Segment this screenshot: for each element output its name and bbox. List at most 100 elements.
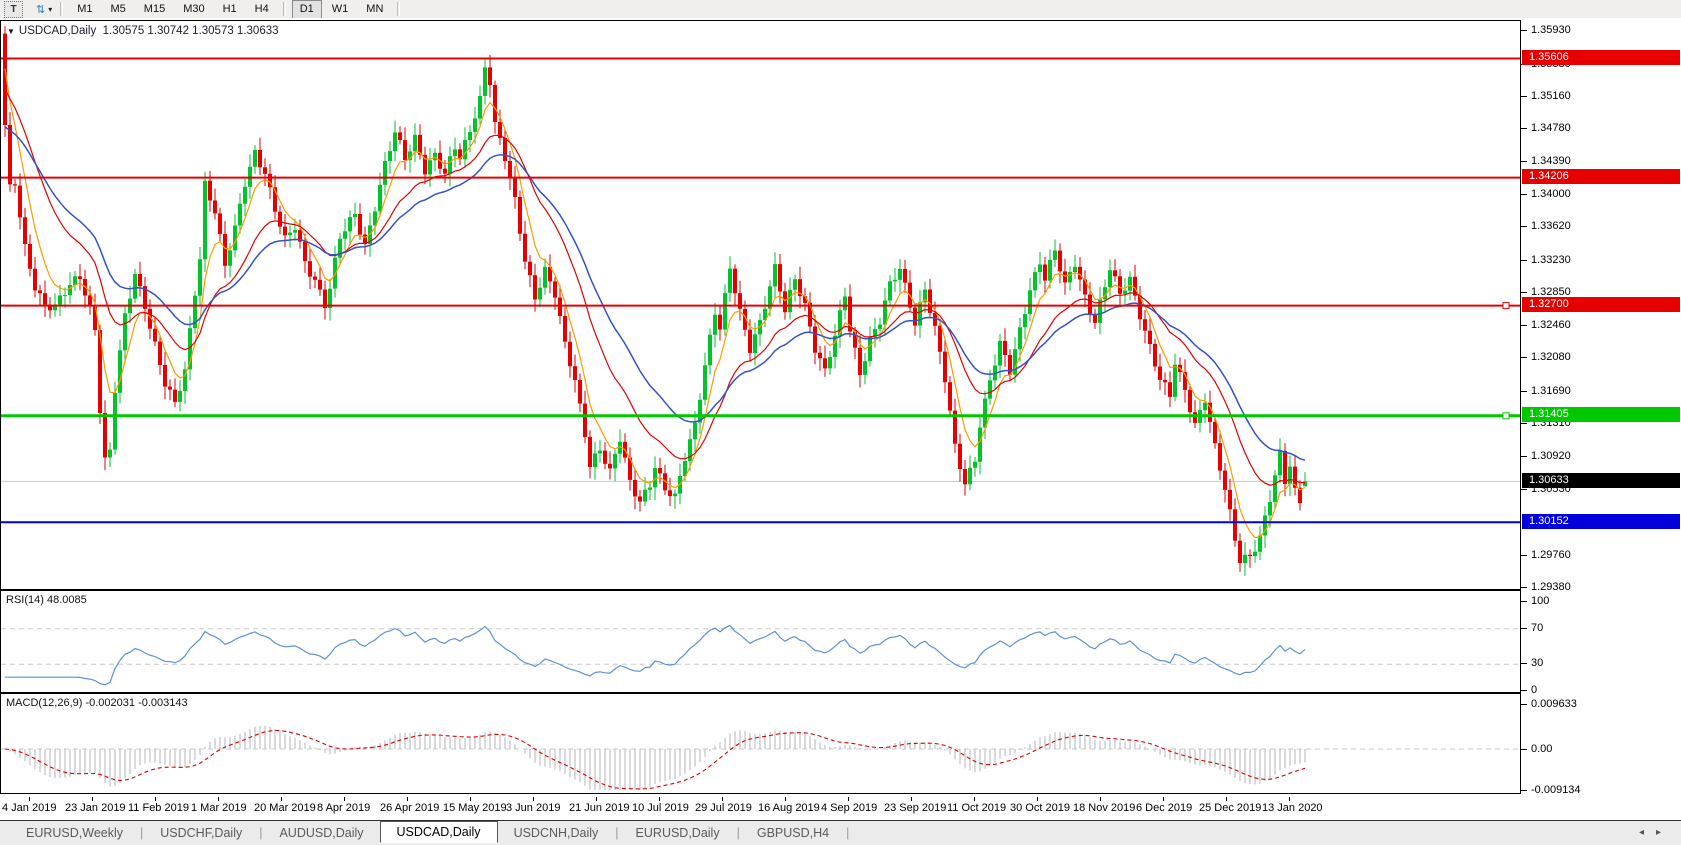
tab-scroll-arrows: ◂▸: [1639, 827, 1673, 838]
price-axis-tick: [1521, 194, 1527, 195]
price-axis-tick: [1521, 226, 1527, 227]
macd-axis-tick: [1521, 749, 1527, 750]
date-axis-tick: [155, 797, 156, 801]
price-line-label: 1.35606: [1522, 50, 1680, 65]
rsi-indicator-label: RSI(14) 48.0085: [6, 594, 87, 606]
date-axis-tick: [1226, 797, 1227, 801]
date-axis-tick: [1289, 797, 1290, 801]
date-tick-label: 3 Jun 2019: [506, 802, 560, 814]
tab-scroll-right-icon[interactable]: ▸: [1656, 827, 1673, 838]
toolbar: T ⇅ ▾ M1 M5 M15 M30 H1 H4 D1 W1 MN: [0, 0, 1681, 19]
price-tick-label: 1.31690: [1531, 384, 1571, 398]
timeframe-button-h1[interactable]: H1: [215, 0, 245, 19]
date-axis-tick: [533, 797, 534, 801]
price-line-label: 1.30633: [1522, 473, 1680, 488]
date-axis: 4 Jan 2019 23 Jan 201911 Feb 20191 Mar 20…: [0, 797, 1521, 820]
tab-usdchf-daily[interactable]: USDCHF,Daily: [144, 823, 258, 843]
tab-eurusd-daily[interactable]: EURUSD,Daily: [620, 823, 736, 843]
tab-usdcad-daily[interactable]: USDCAD,Daily: [380, 821, 498, 843]
price-line-label: 1.30152: [1522, 514, 1680, 529]
price-axis-tick: [1521, 555, 1527, 556]
date-axis-tick: [659, 797, 660, 801]
macd-tick-label: 0.00: [1531, 742, 1552, 756]
date-tick-label: 15 May 2019: [443, 802, 507, 814]
rsi-tick-label: 70: [1531, 621, 1543, 635]
text-tool-icon: T: [10, 4, 16, 15]
price-tick-label: 1.33620: [1531, 219, 1571, 233]
timeframe-button-m30[interactable]: M30: [175, 0, 212, 19]
date-axis-tick: [722, 797, 723, 801]
price-axis-tick: [1521, 325, 1527, 326]
price-chart-canvas[interactable]: ▼ USDCAD,Daily 1.30575 1.30742 1.30573 1.…: [0, 20, 1521, 590]
rsi-tick-label: 0: [1531, 683, 1537, 697]
date-axis-tick: [1163, 797, 1164, 801]
date-axis-tick: [92, 797, 93, 801]
date-tick-label: 10 Jul 2019: [632, 802, 689, 814]
chart-tab-bar: EURUSD,Weekly| USDCHF,Daily| AUDUSD,Dail…: [0, 820, 1681, 845]
date-axis-tick: [344, 797, 345, 801]
mt4-window: T ⇅ ▾ M1 M5 M15 M30 H1 H4 D1 W1 MN ▼ USDC…: [0, 0, 1681, 845]
toolbar-separator: [60, 2, 63, 16]
date-axis-tick: [596, 797, 597, 801]
price-axis-tick: [1521, 587, 1527, 588]
timeframe-button-m15[interactable]: M15: [136, 0, 173, 19]
price-axis-tick: [1521, 30, 1527, 31]
timeframe-button-w1[interactable]: W1: [324, 0, 357, 19]
price-tick-label: 1.35160: [1531, 89, 1571, 103]
price-line-label: 1.31405: [1522, 407, 1680, 422]
arrows-tool-button[interactable]: ⇅ ▾: [33, 2, 55, 17]
text-tool-button[interactable]: T: [4, 1, 23, 18]
chart-area: ▼ USDCAD,Daily 1.30575 1.30742 1.30573 1.…: [0, 18, 1681, 820]
tab-usdcnh-daily[interactable]: USDCNH,Daily: [498, 823, 615, 843]
macd-tick-label: 0.009633: [1531, 697, 1577, 711]
toolbar-separator: [283, 2, 286, 16]
date-tick-label: 25 Dec 2019: [1199, 802, 1261, 814]
date-axis-tick: [785, 797, 786, 801]
date-axis-tick: [470, 797, 471, 801]
date-axis-tick: [1037, 797, 1038, 801]
macd-indicator-label: MACD(12,26,9) -0.002031 -0.003143: [6, 697, 188, 709]
date-tick-label: 29 Jul 2019: [695, 802, 752, 814]
date-tick-label: 20 Mar 2019: [254, 802, 316, 814]
timeframe-button-d1[interactable]: D1: [292, 0, 322, 19]
date-tick-label: 4 Sep 2019: [821, 802, 877, 814]
price-axis-tick: [1521, 260, 1527, 261]
macd-panel-canvas[interactable]: MACD(12,26,9) -0.002031 -0.003143: [0, 693, 1521, 794]
price-tick-label: 1.32080: [1531, 350, 1571, 364]
price-tick-label: 1.34780: [1531, 121, 1571, 135]
date-tick-label: 23 Jan 2019: [65, 802, 126, 814]
tab-separator: |: [737, 826, 740, 840]
date-tick-label: 1 Mar 2019: [191, 802, 247, 814]
timeframe-button-h4[interactable]: H4: [247, 0, 277, 19]
arrows-tool-icon: ⇅: [36, 3, 45, 16]
price-axis-tick: [1521, 357, 1527, 358]
chart-symbol-label: USDCAD,Daily: [19, 25, 96, 37]
collapse-triangle-icon[interactable]: ▼: [7, 27, 15, 36]
date-axis-tick: [407, 797, 408, 801]
rsi-panel-canvas[interactable]: RSI(14) 48.0085: [0, 590, 1521, 693]
chart-ohlc-values: 1.30575 1.30742 1.30573 1.30633: [103, 25, 279, 37]
date-tick-label: 11 Feb 2019: [128, 802, 189, 814]
timeframe-button-mn[interactable]: MN: [358, 0, 391, 19]
price-axis-tick: [1521, 423, 1527, 424]
date-tick-label: 26 Apr 2019: [380, 802, 439, 814]
tab-scroll-left-icon[interactable]: ◂: [1639, 827, 1656, 838]
tab-audusd-daily[interactable]: AUDUSD,Daily: [263, 823, 379, 843]
date-axis-tick: [29, 797, 30, 801]
date-tick-label: 13 Jan 2020: [1262, 802, 1323, 814]
tab-gbpusd-h4[interactable]: GBPUSD,H4: [741, 823, 845, 843]
date-tick-label: 8 Apr 2019: [317, 802, 370, 814]
price-tick-label: 1.35930: [1531, 23, 1571, 37]
macd-tick-label: -0.009134: [1531, 783, 1581, 797]
date-tick-label: 4 Jan 2019: [2, 802, 56, 814]
price-axis-tick: [1521, 292, 1527, 293]
price-axis-tick: [1521, 489, 1527, 490]
rsi-axis-tick: [1521, 663, 1527, 664]
price-axis-tick: [1521, 128, 1527, 129]
tab-eurusd-weekly[interactable]: EURUSD,Weekly: [10, 823, 139, 843]
macd-axis-tick: [1521, 790, 1527, 791]
timeframe-button-m1[interactable]: M1: [69, 0, 100, 19]
rsi-axis-tick: [1521, 690, 1527, 691]
price-line-label: 1.32700: [1522, 297, 1680, 312]
timeframe-button-m5[interactable]: M5: [103, 0, 134, 19]
